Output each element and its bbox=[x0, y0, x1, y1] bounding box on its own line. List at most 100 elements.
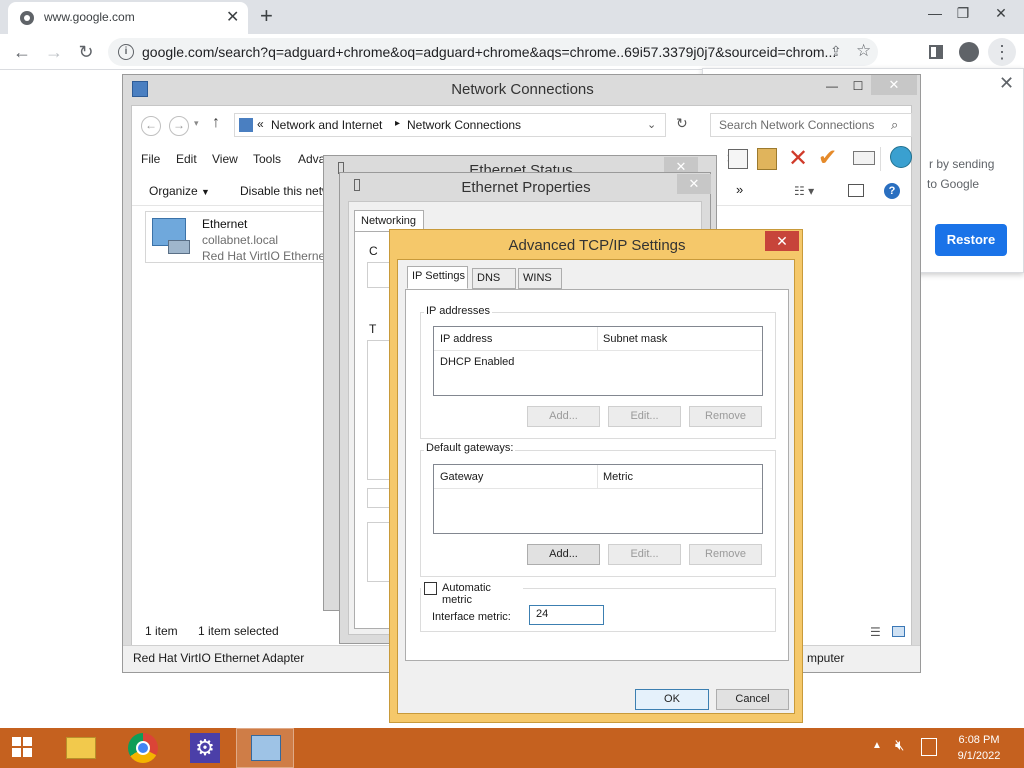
dropdown-arrow-icon: ▼ bbox=[201, 187, 210, 197]
reload-icon[interactable]: ↻ bbox=[72, 38, 100, 66]
folder-icon bbox=[66, 737, 96, 759]
globe-icon[interactable] bbox=[890, 146, 912, 168]
clock-time[interactable]: 6:08 PM bbox=[948, 734, 1010, 746]
network-cable-icon bbox=[168, 240, 190, 254]
new-tab-button[interactable]: + bbox=[260, 3, 273, 29]
forward-icon[interactable]: → bbox=[169, 116, 189, 136]
show-hidden-icons[interactable]: ▲ bbox=[872, 740, 882, 751]
disable-network-button[interactable]: Disable this netw bbox=[240, 184, 331, 198]
restore-button[interactable]: Restore bbox=[935, 224, 1007, 256]
close-button[interactable]: ✕ bbox=[677, 174, 711, 194]
automatic-metric-label[interactable]: Automatic metric bbox=[442, 582, 523, 606]
ethernet-item[interactable]: Ethernet collabnet.local Red Hat VirtIO … bbox=[145, 211, 331, 263]
gateway-list[interactable]: Gateway Metric bbox=[433, 464, 763, 534]
interface-metric-input[interactable]: 24 bbox=[529, 605, 604, 625]
site-info-icon[interactable]: i bbox=[118, 44, 134, 60]
tab-dns[interactable]: DNS bbox=[472, 268, 516, 289]
speaker-muted-icon[interactable]: 🔇︎ bbox=[895, 737, 904, 754]
address-bar[interactable]: i google.com/search?q=adguard+chrome&oq=… bbox=[108, 38, 878, 66]
close-button[interactable]: ✕ bbox=[765, 231, 799, 251]
ok-button[interactable]: OK bbox=[635, 689, 709, 710]
close-button[interactable]: ✕ bbox=[984, 0, 1018, 30]
refresh-icon[interactable]: ↻ bbox=[676, 115, 688, 132]
view-options-icon[interactable]: ☷ ▾ bbox=[794, 184, 814, 198]
details-view-icon[interactable]: ☰ bbox=[870, 625, 881, 639]
taskbar-file-explorer[interactable] bbox=[52, 728, 110, 768]
network-icon bbox=[239, 118, 253, 132]
search-icon[interactable]: ⌕ bbox=[891, 117, 898, 133]
tab-ip-settings[interactable]: IP Settings bbox=[407, 266, 468, 289]
add-gateway-button[interactable]: Add... bbox=[527, 544, 600, 565]
start-button[interactable] bbox=[0, 728, 48, 768]
remove-ip-button[interactable]: Remove bbox=[689, 406, 762, 427]
remove-gateway-button[interactable]: Remove bbox=[689, 544, 762, 565]
taskbar-network-connections[interactable] bbox=[236, 728, 294, 768]
edit-ip-button[interactable]: Edit... bbox=[608, 406, 681, 427]
browser-tab[interactable]: www.google.com ✕ bbox=[8, 2, 248, 34]
tab-wins[interactable]: WINS bbox=[518, 268, 562, 289]
share-icon[interactable]: ⇪ bbox=[830, 43, 842, 60]
column-metric[interactable]: Metric bbox=[603, 471, 633, 483]
search-input[interactable]: Search Network Connections ⌕ bbox=[710, 113, 912, 137]
chrome-icon bbox=[128, 733, 158, 763]
menu-view[interactable]: View bbox=[212, 152, 238, 166]
popup-close-icon[interactable]: ✕ bbox=[999, 73, 1014, 94]
menu-tools[interactable]: Tools bbox=[253, 152, 281, 166]
forward-arrow-icon[interactable]: → bbox=[40, 38, 68, 66]
bookmark-star-icon[interactable]: ☆ bbox=[856, 41, 871, 61]
cancel-button[interactable]: Cancel bbox=[716, 689, 789, 710]
breadcrumb-network-internet[interactable]: Network and Internet bbox=[271, 118, 382, 132]
interface-metric-label: Interface metric: bbox=[432, 611, 511, 623]
breadcrumb-network-connections[interactable]: Network Connections bbox=[407, 118, 521, 132]
taskbar-settings[interactable]: ⚙ bbox=[176, 728, 234, 768]
minimize-button[interactable]: — bbox=[819, 77, 845, 97]
properties-icon[interactable] bbox=[853, 151, 875, 165]
up-arrow-icon[interactable]: ↑ bbox=[212, 114, 220, 132]
list-item[interactable]: DHCP Enabled bbox=[440, 356, 514, 368]
menu-kebab-icon[interactable]: ⋮ bbox=[988, 38, 1016, 66]
clock-date[interactable]: 9/1/2022 bbox=[948, 750, 1010, 762]
address-breadcrumb[interactable]: « Network and Internet ▸ Network Connect… bbox=[234, 113, 666, 137]
paste-icon[interactable] bbox=[757, 148, 777, 170]
copy-icon[interactable] bbox=[728, 149, 748, 169]
network-tray-icon[interactable] bbox=[921, 738, 937, 756]
breadcrumb-overflow[interactable]: « bbox=[257, 117, 264, 131]
checkmark-icon[interactable]: ✔ bbox=[818, 144, 837, 171]
back-icon[interactable]: ← bbox=[141, 116, 161, 136]
taskbar: ⚙ ▲ 🔇︎ 6:08 PM 9/1/2022 bbox=[0, 728, 1024, 768]
edit-gateway-button[interactable]: Edit... bbox=[608, 544, 681, 565]
side-panel-icon[interactable] bbox=[922, 38, 950, 66]
delete-icon[interactable]: ✕ bbox=[788, 144, 808, 173]
profile-avatar-icon[interactable] bbox=[955, 38, 983, 66]
maximize-button[interactable]: ☐ bbox=[845, 77, 871, 97]
item-name: Ethernet bbox=[202, 217, 248, 231]
address-dropdown-icon[interactable]: ⌄ bbox=[647, 118, 656, 131]
taskbar-chrome[interactable] bbox=[114, 728, 172, 768]
column-gateway[interactable]: Gateway bbox=[440, 471, 483, 483]
organize-button[interactable]: Organize ▼ bbox=[149, 184, 210, 198]
menu-edit[interactable]: Edit bbox=[176, 152, 197, 166]
menu-file[interactable]: File bbox=[141, 152, 160, 166]
automatic-metric-checkbox[interactable] bbox=[424, 582, 437, 595]
window-title: Ethernet Properties bbox=[461, 179, 591, 196]
restore-button[interactable]: ❐ bbox=[946, 0, 980, 30]
large-icons-view-icon[interactable] bbox=[892, 626, 905, 637]
column-ip-address[interactable]: IP address bbox=[440, 333, 492, 345]
menu-advanced[interactable]: Adva bbox=[298, 152, 325, 166]
help-icon[interactable]: ? bbox=[884, 183, 900, 199]
ip-list-header: IP address Subnet mask bbox=[434, 327, 762, 351]
status-adapter: Red Hat VirtIO Ethernet Adapter bbox=[133, 651, 305, 665]
tab-close-icon[interactable]: ✕ bbox=[226, 7, 239, 27]
dialog-body: IP Settings DNS WINS IP address Subnet m… bbox=[397, 259, 795, 714]
more-commands-icon[interactable]: » bbox=[736, 182, 743, 197]
url-text[interactable]: google.com/search?q=adguard+chrome&oq=ad… bbox=[142, 44, 852, 60]
ip-addresses-label: IP addresses bbox=[424, 305, 493, 317]
close-button[interactable]: ✕ bbox=[871, 75, 917, 95]
ip-address-list[interactable]: IP address Subnet mask DHCP Enabled bbox=[433, 326, 763, 396]
preview-pane-icon[interactable] bbox=[848, 184, 864, 197]
add-ip-button[interactable]: Add... bbox=[527, 406, 600, 427]
selected-count: 1 item selected bbox=[198, 624, 279, 638]
back-arrow-icon[interactable]: ← bbox=[8, 38, 36, 66]
column-subnet-mask[interactable]: Subnet mask bbox=[603, 333, 667, 345]
recent-dropdown-icon[interactable]: ▾ bbox=[194, 118, 199, 129]
